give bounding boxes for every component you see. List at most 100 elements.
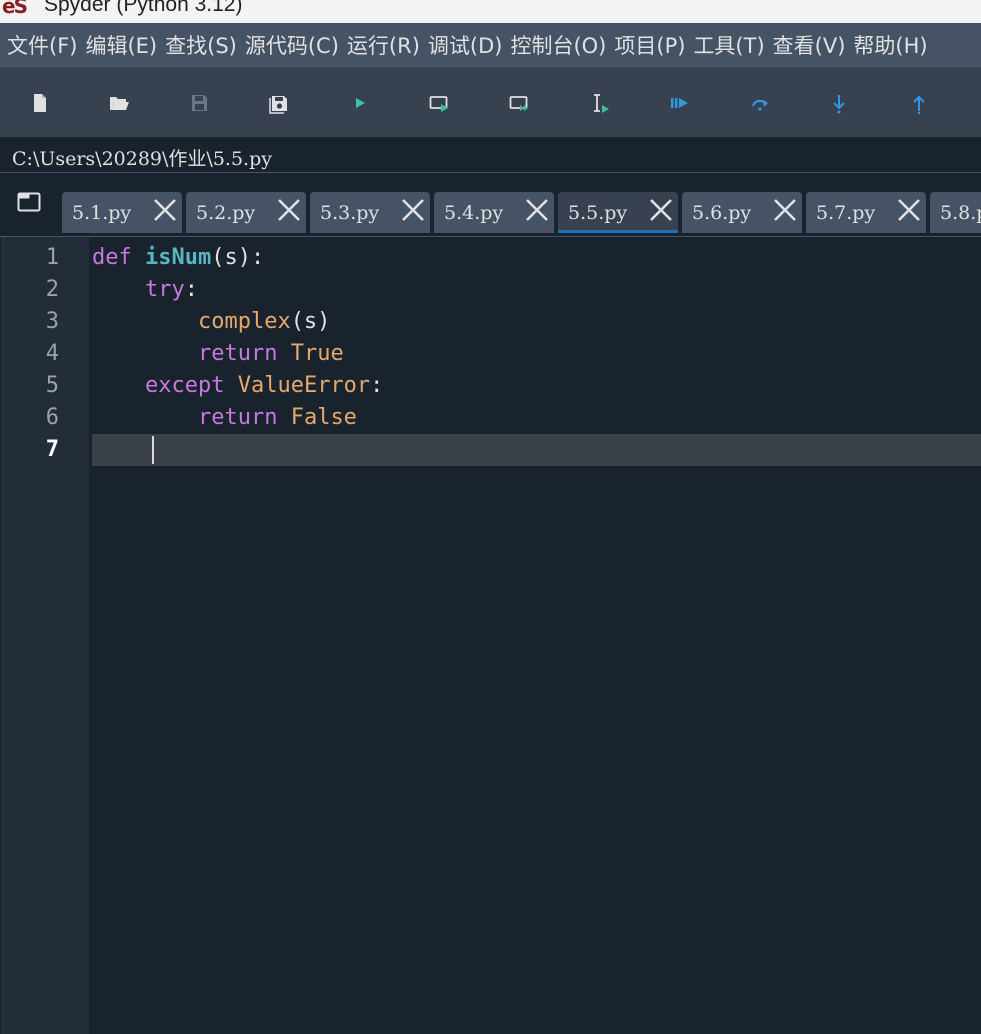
debug-button[interactable]	[664, 88, 694, 118]
editor-tab[interactable]: 5.6.py	[682, 192, 802, 233]
spyder-logo-icon: èS	[2, 0, 28, 18]
code-token: complex	[197, 309, 291, 334]
current-line-highlight	[92, 434, 981, 466]
code-token: :	[184, 277, 198, 302]
line-number: 4	[45, 341, 59, 366]
run-icon	[356, 98, 365, 108]
tab-label: 5.8.py	[940, 202, 981, 224]
code-token: try	[144, 277, 185, 302]
editor-tab[interactable]: 5.5.py	[558, 192, 678, 233]
line-number: 6	[45, 405, 59, 430]
menu-item[interactable]: 查找(S)	[161, 23, 241, 68]
line-number: 7	[45, 437, 59, 462]
menu-item[interactable]: 帮助(H)	[849, 23, 931, 68]
code-token: :	[370, 373, 384, 398]
menu-item[interactable]: 调试(D)	[424, 23, 507, 68]
window-title: Spyder (Python 3.12)	[44, 0, 243, 16]
editor-tab[interactable]: 5.2.py	[186, 192, 306, 233]
close-tab-icon[interactable]	[896, 197, 922, 223]
run-cell-advance-button[interactable]	[504, 88, 534, 118]
code-token: def	[92, 245, 132, 270]
menu-item[interactable]: 运行(R)	[343, 23, 424, 68]
editor-tabs-bar: 5.1.py 5.2.py 5.3.py 5.4.py 5.5.py 5.6.py 5.7.…	[0, 173, 981, 235]
code-token: (s)	[290, 309, 331, 334]
step-return-icon	[913, 95, 925, 114]
step-return-button[interactable]	[904, 88, 934, 118]
code-token: (s):	[211, 245, 265, 270]
editor-tab[interactable]: 5.1.py	[62, 192, 182, 233]
code-token: return	[197, 405, 278, 430]
menu-item[interactable]: 文件(F)	[0, 23, 81, 68]
code-token: True	[290, 341, 344, 366]
run-selection-button[interactable]	[585, 88, 615, 118]
code-editor[interactable]: 1 2 3 4 5 6 7 def isNum(s): try: complex(s) re…	[0, 236, 981, 1034]
window-icon	[17, 192, 41, 212]
run-button[interactable]	[345, 88, 375, 118]
debug-icon	[671, 98, 688, 108]
save-file-icon	[192, 95, 207, 111]
run-cell-button[interactable]	[424, 88, 454, 118]
code-line: return False	[92, 402, 357, 434]
line-number: 3	[45, 309, 59, 334]
file-path-bar: C:\Users\20289\作业\5.5.py	[0, 137, 981, 173]
run-selection-icon	[594, 94, 609, 113]
save-all-button[interactable]	[264, 88, 294, 118]
step-over-icon	[751, 99, 768, 111]
editor-tab[interactable]: 5.7.py	[806, 192, 926, 233]
browse-tabs-button[interactable]	[17, 191, 41, 213]
save-all-icon	[269, 96, 287, 114]
close-tab-icon[interactable]	[772, 197, 798, 223]
line-number-gutter: 1 2 3 4 5 6 7	[2, 237, 89, 1034]
close-tab-icon[interactable]	[400, 197, 426, 223]
save-file-button[interactable]	[184, 88, 214, 118]
close-tab-icon[interactable]	[648, 197, 674, 223]
title-bar: èS Spyder (Python 3.12)	[0, 0, 981, 23]
code-token: return	[197, 341, 278, 366]
tab-label: 5.6.py	[692, 202, 752, 224]
code-line	[92, 434, 145, 466]
code-line: except ValueError:	[92, 370, 383, 402]
menu-item[interactable]: 工具(T)	[689, 23, 768, 68]
code-line: def isNum(s):	[92, 242, 264, 274]
editor-tab[interactable]: 5.3.py	[310, 192, 430, 233]
close-tab-icon[interactable]	[152, 197, 178, 223]
line-number: 2	[45, 277, 59, 302]
tab-label: 5.5.py	[568, 202, 628, 224]
menu-item[interactable]: 控制台(O)	[506, 23, 610, 68]
menu-item[interactable]: 查看(V)	[769, 23, 850, 68]
step-into-button[interactable]	[824, 88, 854, 118]
line-number: 5	[45, 373, 59, 398]
code-token: except	[144, 373, 225, 398]
close-tab-icon[interactable]	[276, 197, 302, 223]
editor-tab[interactable]: 5.8.py	[930, 192, 981, 233]
menu-item[interactable]: 编辑(E)	[81, 23, 161, 68]
editor-tab[interactable]: 5.4.py	[434, 192, 554, 233]
code-token: False	[290, 405, 357, 430]
new-file-icon	[34, 94, 46, 112]
line-number: 1	[45, 245, 59, 270]
run-cell-icon	[429, 96, 448, 112]
file-path: C:\Users\20289\作业\5.5.py	[12, 148, 272, 170]
menu-item[interactable]: 项目(P)	[610, 23, 689, 68]
close-tab-icon[interactable]	[524, 197, 550, 223]
run-cell-advance-icon	[509, 96, 528, 111]
new-file-button[interactable]	[25, 88, 55, 118]
code-token: ValueError	[237, 373, 371, 398]
open-file-icon	[110, 97, 129, 110]
tab-label: 5.4.py	[444, 202, 504, 224]
step-over-button[interactable]	[745, 88, 775, 118]
tab-label: 5.1.py	[72, 202, 132, 224]
menu-item[interactable]: 源代码(C)	[241, 23, 343, 68]
open-file-button[interactable]	[104, 88, 134, 118]
code-line: return True	[92, 338, 344, 370]
